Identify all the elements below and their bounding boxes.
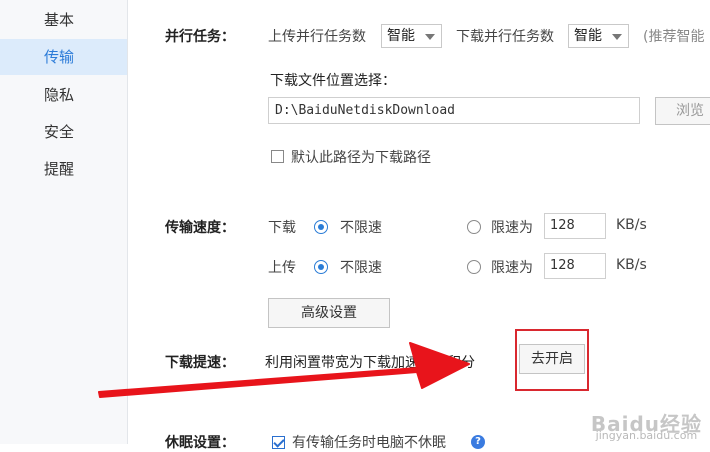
watermark: Baidu经验 jingyan.baidu.com [591,414,702,442]
watermark-url: jingyan.baidu.com [595,429,698,442]
annotation-arrow [98,342,470,398]
